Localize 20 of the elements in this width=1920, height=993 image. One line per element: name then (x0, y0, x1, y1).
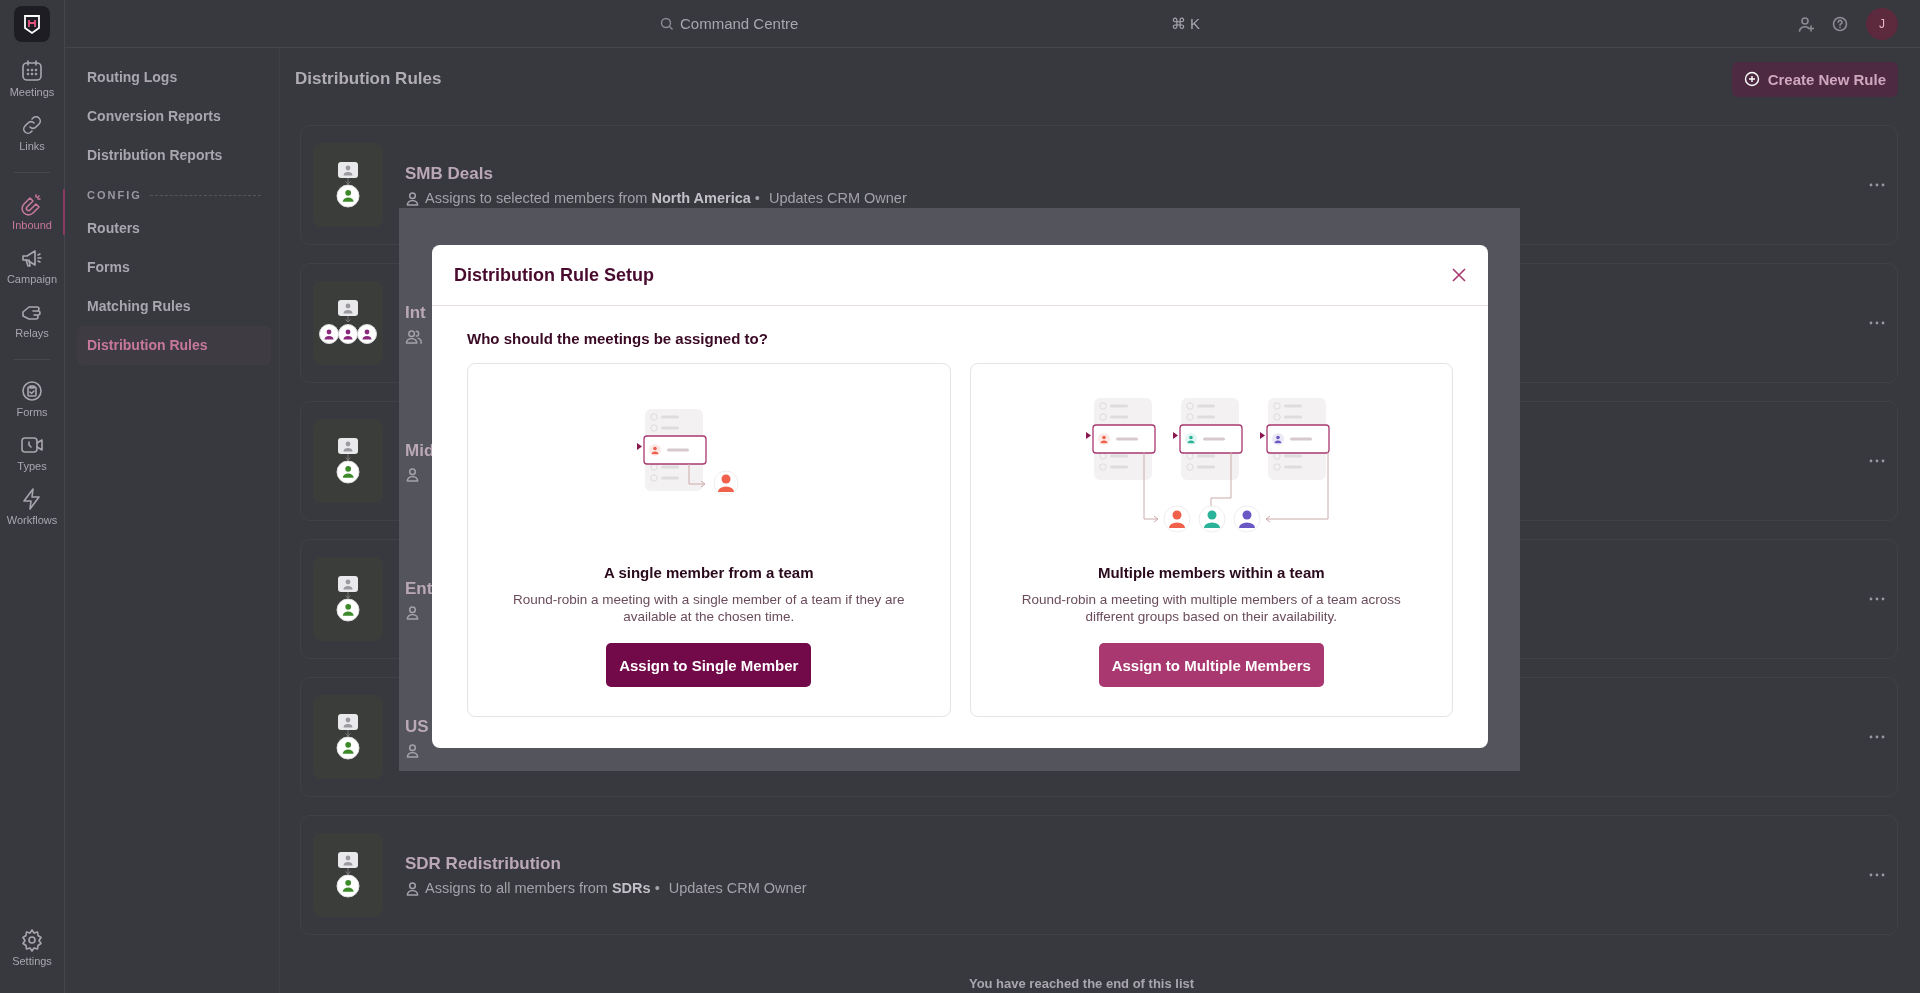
crm-update-text: Updates CRM Owner (668, 880, 807, 896)
page-title: Distribution Rules (295, 69, 442, 89)
assignment-text: Assigns to all members from SDRs • (425, 880, 660, 896)
rule-title: Int (405, 302, 426, 323)
rule-title: SMB Deals (405, 164, 494, 184)
section-heading: CONFIG (87, 189, 142, 201)
end-of-list-text: You have reached the end of this list (968, 976, 1195, 993)
rule-title: Ent (405, 578, 433, 599)
assignment-text: Assigns to selected members from North America • (425, 190, 760, 206)
option-title: Multiple members within a team (1097, 564, 1325, 581)
keyboard-shortcut: ⌘ K (1170, 14, 1200, 33)
search-label: Command Centre (680, 15, 799, 32)
option-description: Round-robin a meeting with multiple members of a team across different groups based on their availability. (1020, 591, 1402, 625)
crm-update-text: Updates CRM Owner (768, 190, 907, 206)
rule-title: US (405, 716, 429, 737)
rule-title: SDR Redistribution (405, 854, 562, 874)
option-description: Round-robin a meeting with a single member of a team if they are available at the chosen time. (511, 591, 906, 625)
option-title: A single member from a team (604, 564, 814, 581)
dialog-question: Who should the meetings be assigned to? (467, 330, 769, 347)
dialog-title: Distribution Rule Setup (454, 264, 654, 286)
